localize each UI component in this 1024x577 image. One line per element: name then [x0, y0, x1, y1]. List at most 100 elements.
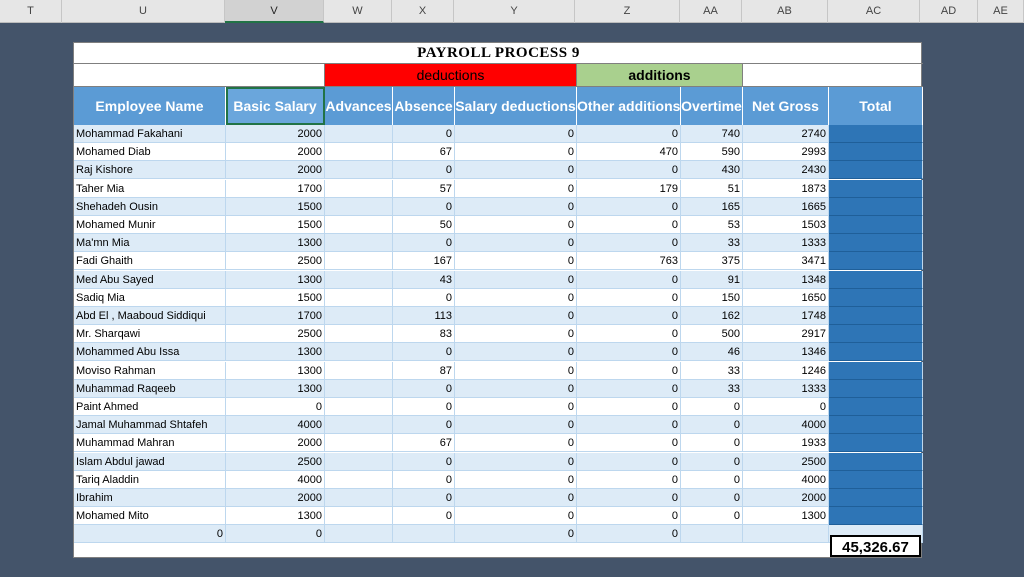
cell-salary-deductions[interactable]: 0	[455, 161, 577, 180]
cell-total[interactable]	[829, 416, 923, 435]
cell-basic-salary[interactable]: 2000	[226, 143, 325, 162]
cell-absence[interactable]: 0	[393, 161, 455, 180]
cell-salary-deductions[interactable]: 0	[455, 125, 577, 143]
cell-total[interactable]	[829, 361, 923, 380]
cell-advances[interactable]	[325, 416, 393, 435]
cell-other-additions[interactable]: 0	[577, 379, 681, 398]
cell-advances[interactable]	[325, 270, 393, 289]
cell-absence[interactable]: 57	[393, 179, 455, 198]
cell-absence[interactable]: 0	[393, 197, 455, 216]
cell-overtime[interactable]: 33	[681, 361, 743, 380]
cell-employee-name[interactable]: Muhammad Raqeeb	[74, 379, 226, 398]
cell-absence[interactable]: 0	[393, 398, 455, 416]
cell-absence[interactable]: 83	[393, 325, 455, 344]
cell-total[interactable]	[829, 470, 923, 489]
cell-advances[interactable]	[325, 325, 393, 344]
cell-total[interactable]	[829, 325, 923, 344]
cell-basic-salary[interactable]: 2000	[226, 489, 325, 507]
cell-net-gross[interactable]: 2430	[743, 161, 829, 180]
cell-salary-deductions[interactable]: 0	[455, 470, 577, 489]
cell-advances[interactable]	[325, 398, 393, 416]
cell-total[interactable]	[829, 288, 923, 307]
cell-absence[interactable]: 0	[393, 343, 455, 362]
cell-absence[interactable]: 67	[393, 143, 455, 162]
cell-absence[interactable]: 0	[393, 452, 455, 471]
cell-net-gross[interactable]: 0	[743, 398, 829, 416]
cell-employee-name[interactable]: Raj Kishore	[74, 161, 226, 180]
grand-total-cell[interactable]: 45,326.67	[830, 535, 921, 557]
cell-other-additions[interactable]: 0	[577, 125, 681, 143]
cell-other-additions[interactable]: 0	[577, 416, 681, 435]
cell-total[interactable]	[829, 398, 923, 416]
cell-net-gross[interactable]: 1748	[743, 307, 829, 325]
cell-salary-deductions[interactable]: 0	[455, 325, 577, 344]
cell-basic-salary[interactable]: 1500	[226, 197, 325, 216]
cell-employee-name[interactable]: Jamal Muhammad Shtafeh	[74, 416, 226, 435]
totals-cell-employee-name[interactable]: 0	[74, 525, 226, 544]
cell-net-gross[interactable]: 2740	[743, 125, 829, 143]
cell-net-gross[interactable]: 1933	[743, 434, 829, 453]
cell-advances[interactable]	[325, 307, 393, 325]
band-empty-right[interactable]	[743, 64, 923, 87]
column-header-w[interactable]: W	[324, 0, 392, 23]
totals-cell-other-additions[interactable]: 0	[577, 525, 681, 544]
cell-employee-name[interactable]: Shehadeh Ousin	[74, 197, 226, 216]
cell-absence[interactable]: 43	[393, 270, 455, 289]
cell-other-additions[interactable]: 0	[577, 161, 681, 180]
cell-overtime[interactable]: 51	[681, 179, 743, 198]
totals-cell-basic-salary[interactable]: 0	[226, 525, 325, 544]
cell-employee-name[interactable]: Ibrahim	[74, 489, 226, 507]
cell-salary-deductions[interactable]: 0	[455, 452, 577, 471]
cell-other-additions[interactable]: 0	[577, 234, 681, 253]
cell-total[interactable]	[829, 179, 923, 198]
cell-other-additions[interactable]: 0	[577, 270, 681, 289]
cell-salary-deductions[interactable]: 0	[455, 379, 577, 398]
cell-absence[interactable]: 113	[393, 307, 455, 325]
cell-advances[interactable]	[325, 452, 393, 471]
cell-total[interactable]	[829, 489, 923, 507]
cell-absence[interactable]: 0	[393, 416, 455, 435]
cell-overtime[interactable]: 33	[681, 379, 743, 398]
cell-employee-name[interactable]: Islam Abdul jawad	[74, 452, 226, 471]
cell-net-gross[interactable]: 1246	[743, 361, 829, 380]
cell-other-additions[interactable]: 0	[577, 470, 681, 489]
cell-other-additions[interactable]: 0	[577, 507, 681, 526]
cell-net-gross[interactable]: 2993	[743, 143, 829, 162]
cell-net-gross[interactable]: 2500	[743, 452, 829, 471]
cell-net-gross[interactable]: 1333	[743, 234, 829, 253]
cell-overtime[interactable]: 0	[681, 452, 743, 471]
cell-overtime[interactable]: 0	[681, 507, 743, 526]
cell-absence[interactable]: 0	[393, 489, 455, 507]
cell-other-additions[interactable]: 179	[577, 179, 681, 198]
cell-overtime[interactable]: 500	[681, 325, 743, 344]
cell-overtime[interactable]: 0	[681, 470, 743, 489]
cell-employee-name[interactable]: Mohamed Diab	[74, 143, 226, 162]
header-basic-salary[interactable]: Basic Salary	[226, 87, 325, 125]
cell-other-additions[interactable]: 470	[577, 143, 681, 162]
cell-advances[interactable]	[325, 179, 393, 198]
cell-net-gross[interactable]: 1348	[743, 270, 829, 289]
header-salary-deductions[interactable]: Salary deductions	[455, 87, 577, 125]
cell-basic-salary[interactable]: 1700	[226, 307, 325, 325]
cell-salary-deductions[interactable]: 0	[455, 343, 577, 362]
cell-absence[interactable]: 0	[393, 234, 455, 253]
cell-absence[interactable]: 67	[393, 434, 455, 453]
cell-total[interactable]	[829, 197, 923, 216]
header-net-gross[interactable]: Net Gross	[743, 87, 829, 125]
cell-employee-name[interactable]: Med Abu Sayed	[74, 270, 226, 289]
cell-overtime[interactable]: 375	[681, 252, 743, 271]
cell-net-gross[interactable]: 1333	[743, 379, 829, 398]
cell-employee-name[interactable]: Tariq Aladdin	[74, 470, 226, 489]
cell-other-additions[interactable]: 0	[577, 307, 681, 325]
cell-total[interactable]	[829, 161, 923, 180]
column-header-ad[interactable]: AD	[920, 0, 978, 23]
cell-employee-name[interactable]: Moviso Rahman	[74, 361, 226, 380]
cell-total[interactable]	[829, 270, 923, 289]
cell-total[interactable]	[829, 252, 923, 271]
cell-basic-salary[interactable]: 2500	[226, 252, 325, 271]
header-total[interactable]: Total	[829, 87, 923, 125]
additions-band[interactable]: additions	[577, 64, 743, 87]
totals-cell-absence[interactable]	[393, 525, 455, 544]
cell-other-additions[interactable]: 0	[577, 398, 681, 416]
cell-salary-deductions[interactable]: 0	[455, 288, 577, 307]
